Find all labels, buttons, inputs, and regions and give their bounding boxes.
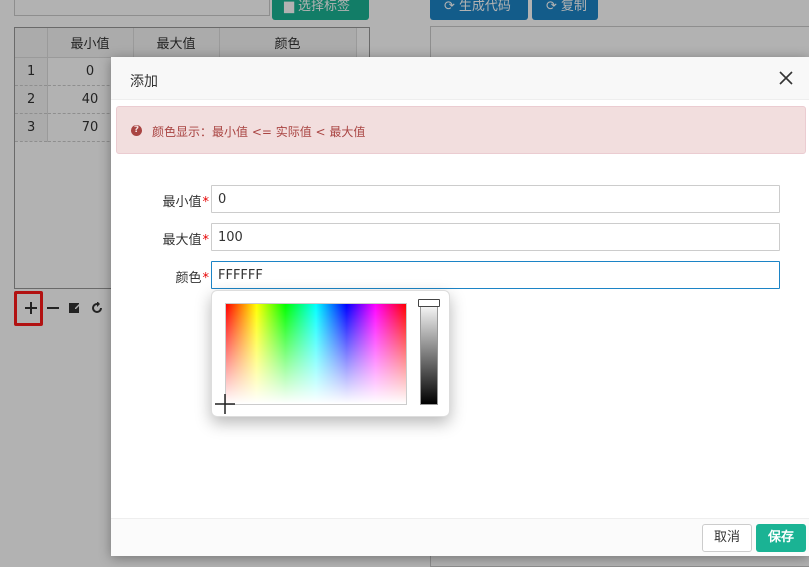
saturation-hue-area[interactable] <box>225 303 407 405</box>
save-button[interactable]: 保存 <box>756 524 806 552</box>
dialog-footer: 取消 保存 <box>111 518 809 556</box>
color-label: 颜色* <box>175 267 209 286</box>
min-value-input[interactable] <box>211 185 780 213</box>
form-row-min: 最小值* <box>111 185 809 213</box>
dialog-title: 添加 <box>130 74 158 90</box>
cancel-button[interactable]: 取消 <box>702 524 752 552</box>
required-mark: * <box>202 195 210 210</box>
max-value-input[interactable] <box>211 223 780 251</box>
max-label: 最大值* <box>162 229 209 248</box>
color-value-input[interactable] <box>211 261 780 289</box>
lightness-slider[interactable] <box>420 301 438 405</box>
form-row-max: 最大值* <box>111 223 809 251</box>
required-mark: * <box>202 233 210 248</box>
max-label-text: 最大值 <box>162 233 202 248</box>
color-picker-popover <box>211 290 450 417</box>
min-label-text: 最小值 <box>162 195 202 210</box>
lightness-slider-handle[interactable] <box>418 299 440 307</box>
close-icon[interactable] <box>777 69 795 87</box>
crosshair-icon[interactable] <box>215 394 235 414</box>
question-circle-icon: ? <box>131 125 142 136</box>
color-label-text: 颜色 <box>175 271 202 286</box>
required-mark: * <box>202 271 210 286</box>
dialog-header: 添加 <box>111 57 809 100</box>
form-row-color: 颜色* <box>111 261 809 289</box>
min-label: 最小值* <box>162 191 209 210</box>
info-alert: ? 颜色显示：最小值 <= 实际值 < 最大值 <box>116 106 806 154</box>
alert-text: 颜色显示：最小值 <= 实际值 < 最大值 <box>152 125 366 139</box>
